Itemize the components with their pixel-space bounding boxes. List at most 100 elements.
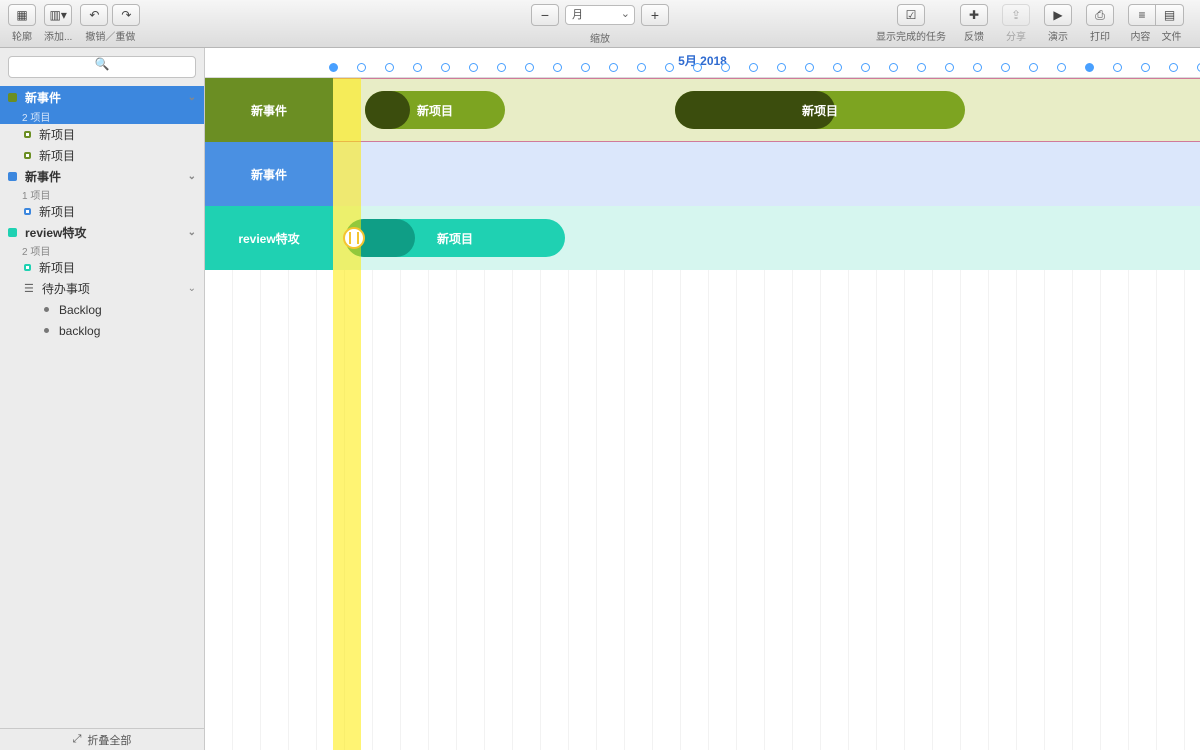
drag-handle-icon[interactable] <box>343 227 365 249</box>
group3-backlog1[interactable]: Backlog <box>0 299 204 320</box>
tick[interactable] <box>525 63 534 72</box>
timeline-body[interactable]: 新事件 新项目 新项目 新事件 review特攻 新项目 <box>205 78 1200 750</box>
tick[interactable] <box>973 63 982 72</box>
bar-g2[interactable]: 新项目 <box>675 91 965 129</box>
item-label: 新项目 <box>39 259 75 276</box>
zoom-in-button[interactable]: + <box>641 4 669 26</box>
square-icon <box>24 152 31 159</box>
group2-header[interactable]: 新事件 ⌄ <box>0 166 204 187</box>
tick[interactable] <box>833 63 842 72</box>
tick[interactable] <box>413 63 422 72</box>
present-label: 演示 <box>1048 28 1068 43</box>
tick[interactable] <box>1029 63 1038 72</box>
tick[interactable] <box>497 63 506 72</box>
tick[interactable] <box>329 63 338 72</box>
feedback-label: 反馈 <box>964 28 984 43</box>
chevron-down-icon[interactable]: ⌄ <box>188 92 196 103</box>
row3-label[interactable]: review特攻 <box>205 206 333 270</box>
bullet-icon <box>44 328 49 333</box>
view-content-button[interactable]: ≡ <box>1128 4 1156 26</box>
bar-g1[interactable]: 新项目 <box>365 91 505 129</box>
group3-backlog2[interactable]: backlog <box>0 320 204 341</box>
tick[interactable] <box>693 63 702 72</box>
tick[interactable] <box>889 63 898 72</box>
tick[interactable] <box>581 63 590 72</box>
group1-item2[interactable]: 新项目 <box>0 145 204 166</box>
bar-t1[interactable]: 新项目 <box>345 219 565 257</box>
tick[interactable] <box>721 63 730 72</box>
outline-group: ▦ 轮廓 <box>8 4 36 43</box>
zoom-value: 月 <box>572 9 583 21</box>
square-icon <box>24 264 31 271</box>
tick[interactable] <box>777 63 786 72</box>
view-file-button[interactable]: ▤ <box>1156 4 1184 26</box>
collapse-label: 折叠全部 <box>87 732 131 748</box>
zoom-out-button[interactable]: − <box>531 4 559 26</box>
undo-group: ↶ ↷ 撤销／重做 <box>80 4 140 43</box>
show-completed-label: 显示完成的任务 <box>876 28 946 43</box>
tick[interactable] <box>1057 63 1066 72</box>
chevron-down-icon[interactable]: ⌄ <box>188 171 196 182</box>
tick[interactable] <box>805 63 814 72</box>
item-label: 待办事项 <box>42 280 90 297</box>
outline-button[interactable]: ▦ <box>8 4 36 26</box>
group2-subtitle: 1 项目 <box>0 187 204 201</box>
bar-label: 新项目 <box>345 230 565 247</box>
tick[interactable] <box>749 63 758 72</box>
share-button[interactable]: ⇪ <box>1002 4 1030 26</box>
present-button[interactable]: ▶ <box>1044 4 1072 26</box>
tick[interactable] <box>1085 63 1094 72</box>
square-icon <box>8 93 17 102</box>
sidebar: 🔍 新事件 ⌄ 2 项目 新项目 新项目 新事件 ⌄ 1 项目 新项目 <box>0 48 205 750</box>
row1-label[interactable]: 新事件 <box>205 78 333 142</box>
show-completed-button[interactable]: ☑ <box>897 4 925 26</box>
item-label: 新项目 <box>39 147 75 164</box>
add-group: ▥▾ 添加... <box>44 4 72 43</box>
tick[interactable] <box>917 63 926 72</box>
tick[interactable] <box>861 63 870 72</box>
print-button[interactable]: ⎙ <box>1086 4 1114 26</box>
bar-label: 新项目 <box>675 102 965 119</box>
tree: 新事件 ⌄ 2 项目 新项目 新项目 新事件 ⌄ 1 项目 新项目 review… <box>0 86 204 728</box>
collapse-all-button[interactable]: ⤢ 折叠全部 <box>0 728 204 750</box>
zoom-select[interactable]: 月 <box>565 5 635 25</box>
item-label: 新项目 <box>39 126 75 143</box>
group2-title: 新事件 <box>25 168 61 185</box>
group1-item1[interactable]: 新项目 <box>0 124 204 145</box>
feedback-button[interactable]: ✚ <box>960 4 988 26</box>
group3-todo[interactable]: ☰ 待办事项 ⌄ <box>0 278 204 299</box>
tick[interactable] <box>357 63 366 72</box>
undo-button[interactable]: ↶ <box>80 4 108 26</box>
row2-label[interactable]: 新事件 <box>205 142 333 206</box>
tick[interactable] <box>1169 63 1178 72</box>
zoom-group: − 月 + 缩放 <box>531 4 669 26</box>
tick[interactable] <box>1001 63 1010 72</box>
item-label: 新项目 <box>39 203 75 220</box>
tick[interactable] <box>945 63 954 72</box>
search-input[interactable]: 🔍 <box>8 56 196 78</box>
tick[interactable] <box>637 63 646 72</box>
tick[interactable] <box>441 63 450 72</box>
tick[interactable] <box>1141 63 1150 72</box>
tick[interactable] <box>665 63 674 72</box>
print-label: 打印 <box>1090 28 1110 43</box>
group3-item1[interactable]: 新项目 <box>0 257 204 278</box>
tick[interactable] <box>1113 63 1122 72</box>
collapse-icon: ⤢ <box>73 733 82 746</box>
tick[interactable] <box>553 63 562 72</box>
list-icon: ☰ <box>24 282 34 295</box>
group1-header[interactable]: 新事件 ⌄ <box>0 86 204 108</box>
undo-label: 撤销／重做 <box>85 28 135 43</box>
main: 🔍 新事件 ⌄ 2 项目 新项目 新项目 新事件 ⌄ 1 项目 新项目 <box>0 48 1200 750</box>
tick[interactable] <box>609 63 618 72</box>
tick[interactable] <box>385 63 394 72</box>
group2-item1[interactable]: 新项目 <box>0 201 204 222</box>
tick[interactable] <box>469 63 478 72</box>
group3-header[interactable]: review特攻 ⌄ <box>0 222 204 243</box>
chevron-down-icon[interactable]: ⌄ <box>188 283 196 294</box>
zoom-label: 缩放 <box>590 30 610 45</box>
square-icon <box>24 131 31 138</box>
add-button[interactable]: ▥▾ <box>44 4 72 26</box>
redo-button[interactable]: ↷ <box>112 4 140 26</box>
chevron-down-icon[interactable]: ⌄ <box>188 227 196 238</box>
